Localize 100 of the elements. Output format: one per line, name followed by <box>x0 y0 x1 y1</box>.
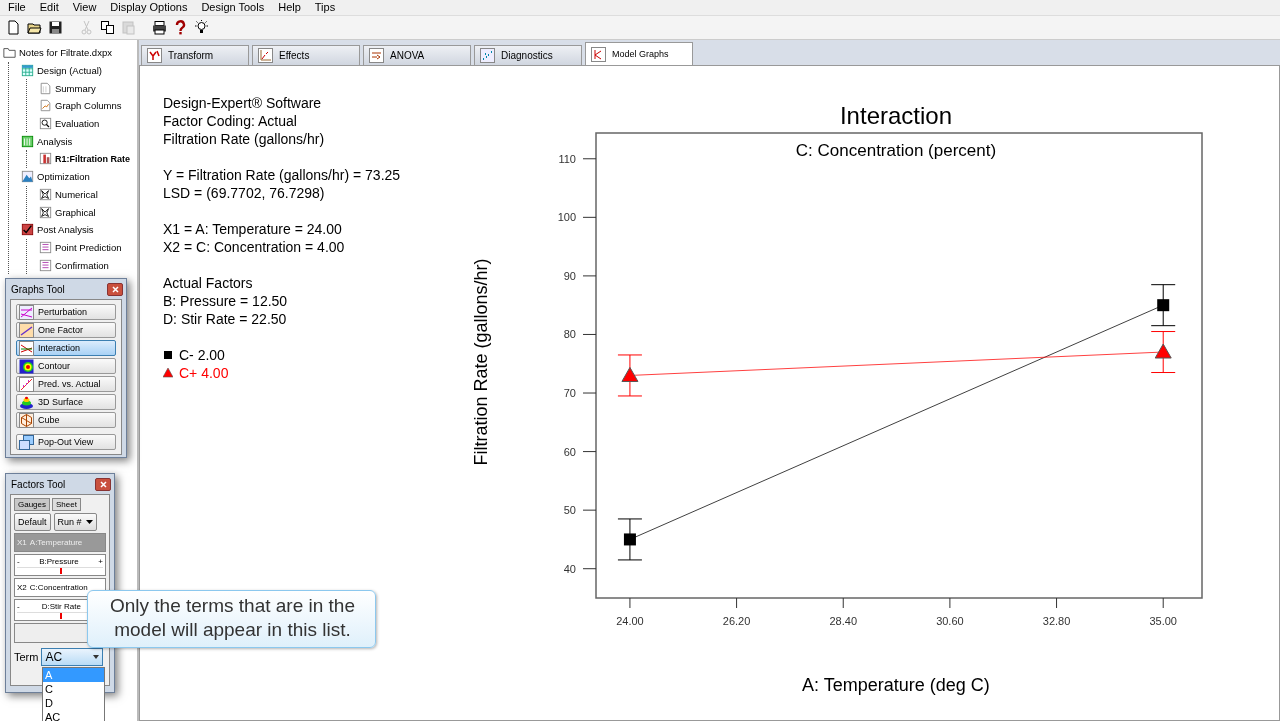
x-axis-title: A: Temperature (deg C) <box>802 675 990 695</box>
line-graph-icon <box>591 46 606 62</box>
close-icon <box>111 285 119 293</box>
info-line: Design-Expert® Software <box>163 94 323 112</box>
interaction-icon <box>19 340 34 356</box>
mountain-icon <box>21 170 34 184</box>
tree-item[interactable]: R1:Filtration Rate <box>55 153 130 164</box>
tree-item[interactable]: Analysis <box>37 135 73 147</box>
tab[interactable]: ANOVA <box>363 45 471 65</box>
menu-item[interactable]: Help <box>271 0 308 15</box>
close-button[interactable] <box>95 477 111 491</box>
factor-gauge[interactable]: - B:Pressure + <box>14 554 106 576</box>
y-axis-title: Filtration Rate (gallons/hr) <box>471 258 491 466</box>
tree-item[interactable]: Summary <box>55 82 96 94</box>
graph-type-button[interactable]: Contour <box>16 358 116 374</box>
tab[interactable]: Model Graphs <box>585 42 693 65</box>
close-button[interactable] <box>107 282 123 296</box>
bar-chart-icon <box>39 152 52 166</box>
tree-item[interactable]: Post Analysis <box>37 224 94 236</box>
y-tick-label: 60 <box>563 445 576 458</box>
toolbar-button[interactable] <box>193 19 210 36</box>
star-icon <box>39 205 52 219</box>
menu-item[interactable]: Design Tools <box>194 0 272 15</box>
y-tick-label: 110 <box>558 152 576 165</box>
tree-item[interactable]: Graph Columns <box>55 100 122 112</box>
pop-out-button[interactable]: Pop-Out View <box>16 434 116 450</box>
x-tick-label: 30.60 <box>936 615 964 627</box>
scatter-diagonal-icon <box>19 376 34 392</box>
legend-label: C- 2.00 <box>179 346 225 364</box>
page-icon <box>39 81 52 95</box>
x-tick-label: 26.20 <box>722 615 751 627</box>
dropdown-option[interactable]: D <box>43 696 104 710</box>
grid-icon <box>21 64 34 78</box>
toolbar-button[interactable] <box>47 19 64 36</box>
graph-type-button[interactable]: Perturbation <box>16 304 116 320</box>
x-tick-label: 35.00 <box>1149 615 1177 627</box>
x-tick-label: 32.80 <box>1042 615 1071 627</box>
y-tick-label: 90 <box>563 269 576 282</box>
tree-item[interactable]: Evaluation <box>55 118 100 130</box>
gauge-marker[interactable] <box>60 568 62 574</box>
plus-label: + <box>98 556 103 566</box>
tree-item[interactable]: Point Prediction <box>55 241 122 253</box>
calculator-icon <box>21 134 34 148</box>
tree-item[interactable]: Confirmation <box>55 259 109 271</box>
tree-item[interactable]: Numerical <box>55 188 98 200</box>
chart-subtitle: C: Concentration (percent) <box>795 141 997 160</box>
error-bar <box>617 518 643 561</box>
dropdown-option[interactable]: C <box>43 682 104 696</box>
factor-row[interactable]: X2 C:Concentration <box>14 578 106 597</box>
menu-item[interactable]: Edit <box>32 0 66 15</box>
graph-type-button[interactable]: Interaction <box>16 340 116 356</box>
default-button[interactable]: Default <box>14 513 51 531</box>
tab[interactable]: Effects <box>252 45 360 65</box>
info-line: X2 = C: Concentration = 4.00 <box>163 238 346 256</box>
question-mark-icon <box>173 20 188 35</box>
tab[interactable]: Diagnostics <box>474 45 582 65</box>
toolbar-button[interactable] <box>151 19 168 36</box>
run-dropdown[interactable]: Run # <box>53 513 97 531</box>
magnifier-icon <box>39 117 52 131</box>
menu-item[interactable]: File <box>1 0 33 15</box>
gauge-marker[interactable] <box>60 613 62 619</box>
info-line: D: Stir Rate = 22.50 <box>163 310 288 328</box>
cube-icon <box>19 412 34 428</box>
graph-type-button[interactable]: Pred. vs. Actual <box>16 376 116 392</box>
checklist-icon <box>21 223 34 237</box>
table-icon <box>39 240 52 254</box>
printer-icon <box>152 20 167 35</box>
graph-type-button[interactable]: Cube <box>16 412 116 428</box>
tab[interactable]: Transform <box>141 45 249 65</box>
tree-item[interactable]: Notes for Filtrate.dxpx <box>19 47 112 59</box>
data-point <box>623 533 636 546</box>
tree-item[interactable]: Design (Actual) <box>37 65 102 77</box>
lightbulb-icon <box>194 20 209 35</box>
data-point <box>1157 299 1170 312</box>
legend-marker <box>163 368 173 378</box>
caret-icon <box>85 520 93 524</box>
one-factor-icon <box>19 322 34 338</box>
menu-item[interactable]: View <box>65 0 104 15</box>
minus-label: - <box>17 556 20 566</box>
surface-icon <box>19 394 34 410</box>
tab[interactable]: Gauges <box>14 498 51 511</box>
tree-item[interactable]: Graphical <box>55 206 96 218</box>
hint-tooltip: Only the terms that are in the model will appear in this list. <box>87 590 376 648</box>
scatter-icon <box>480 48 495 63</box>
term-dropdown[interactable]: AC <box>41 648 104 666</box>
menu-item[interactable]: Display Options <box>103 0 195 15</box>
effects-plot-icon <box>258 48 273 63</box>
info-line: Y = Filtration Rate (gallons/hr) = 73.25 <box>163 166 402 184</box>
menu-item[interactable]: Tips <box>307 0 343 15</box>
panel-title: Graphs Tool <box>11 283 65 295</box>
graph-type-button[interactable]: One Factor <box>16 322 116 338</box>
tree-item[interactable]: Optimization <box>37 171 90 183</box>
tab[interactable]: Sheet <box>52 498 81 511</box>
graph-type-button[interactable]: 3D Surface <box>16 394 116 410</box>
error-bar <box>617 354 643 397</box>
toolbar-button[interactable] <box>99 19 116 36</box>
chart-page-icon <box>39 99 52 113</box>
dropdown-option[interactable]: AC <box>43 710 104 721</box>
y-tick-label: 40 <box>563 562 576 575</box>
copy-icon <box>100 20 115 35</box>
